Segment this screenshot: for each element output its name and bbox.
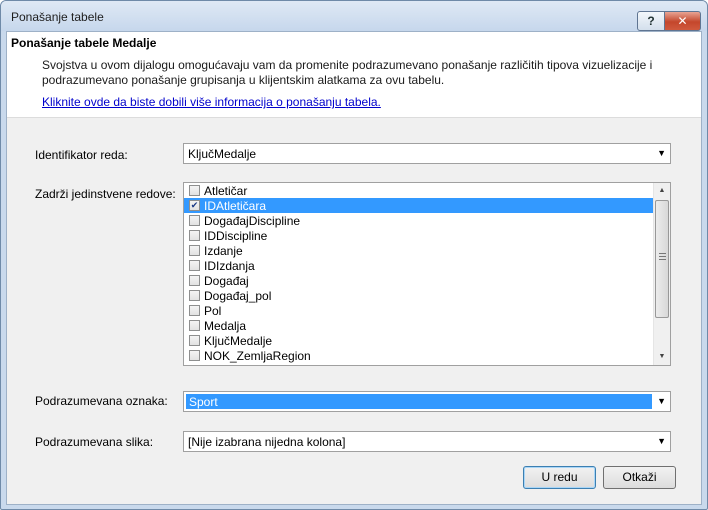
row-identifier-value: KljučMedalje	[188, 147, 257, 161]
selection-highlight	[186, 394, 652, 409]
help-button[interactable]: ?	[637, 11, 665, 31]
keep-unique-rows-label: Zadrži jedinstvene redove:	[35, 187, 176, 201]
list-item-label: Izdanje	[204, 244, 243, 258]
list-item-label: Događaj	[204, 274, 249, 288]
list-item-label: IDAtletičara	[204, 199, 267, 213]
checkbox[interactable]	[189, 245, 200, 256]
checkbox[interactable]	[189, 275, 200, 286]
checkmark-icon: ✔	[190, 200, 199, 210]
list-item-label: Pol	[204, 304, 222, 318]
header-title: Ponašanje tabele Medalje	[11, 36, 157, 50]
list-item[interactable]: KljučMedalje	[184, 333, 654, 348]
default-image-dropdown[interactable]: [Nije izabrana nijedna kolona] ▼	[183, 431, 671, 452]
dialog-body: Ponašanje tabele Medalje Svojstva u ovom…	[6, 31, 702, 505]
checkbox-checked[interactable]: ✔	[189, 200, 200, 211]
help-icon: ?	[647, 14, 655, 28]
list-item[interactable]: Pol	[184, 303, 654, 318]
default-label-dropdown[interactable]: Sport ▼	[183, 391, 671, 412]
list-item[interactable]: Događaj_pol	[184, 288, 654, 303]
grip-icon	[659, 253, 666, 260]
list-item[interactable]: IDIzdanja	[184, 258, 654, 273]
default-label-label: Podrazumevana oznaka:	[35, 394, 168, 408]
scrollbar-thumb[interactable]	[655, 200, 669, 318]
list-item[interactable]: Izdanje	[184, 243, 654, 258]
checkbox[interactable]	[189, 320, 200, 331]
list-item-label: IDDiscipline	[204, 229, 268, 243]
dialog-window: Ponašanje tabele ? ✕ Ponašanje tabele Me…	[0, 0, 708, 510]
default-image-label: Podrazumevana slika:	[35, 435, 154, 449]
more-info-link[interactable]: Kliknite ovde da biste dobili više infor…	[42, 95, 381, 109]
list-item[interactable]: Atletičar	[184, 183, 654, 198]
checkbox[interactable]	[189, 350, 200, 361]
cancel-button[interactable]: Otkaži	[603, 466, 676, 489]
list-item-label: Atletičar	[204, 184, 248, 198]
list-item[interactable]: Događaj	[184, 273, 654, 288]
list-item[interactable]: DogađajDiscipline	[184, 213, 654, 228]
checkbox[interactable]	[189, 260, 200, 271]
list-item-label: DogađajDiscipline	[204, 214, 301, 228]
checkbox[interactable]	[189, 230, 200, 241]
close-button[interactable]: ✕	[664, 11, 701, 31]
default-image-value: [Nije izabrana nijedna kolona]	[188, 435, 346, 449]
chevron-down-icon: ▼	[657, 436, 666, 446]
list-scrollbar[interactable]: ▲ ▼	[653, 183, 670, 365]
list-item-label: IDIzdanja	[204, 259, 255, 273]
list-item[interactable]: Medalja	[184, 318, 654, 333]
checkbox[interactable]	[189, 290, 200, 301]
chevron-down-icon: ▼	[657, 396, 666, 406]
list-item-label: Medalja	[204, 319, 247, 333]
chevron-down-icon: ▼	[657, 148, 666, 158]
checkbox[interactable]	[189, 185, 200, 196]
list-item-label: NOK_ZemljaRegion	[204, 349, 311, 363]
title-bar[interactable]: Ponašanje tabele ? ✕	[1, 1, 707, 31]
close-icon: ✕	[677, 14, 688, 28]
row-identifier-label: Identifikator reda:	[35, 148, 128, 162]
window-title: Ponašanje tabele	[11, 10, 104, 24]
header-description: Svojstva u ovom dijalogu omogućavaju vam…	[42, 58, 653, 87]
scroll-down-icon[interactable]: ▼	[654, 349, 670, 365]
checkbox[interactable]	[189, 305, 200, 316]
checkbox[interactable]	[189, 335, 200, 346]
list-item-label: Događaj_pol	[204, 289, 272, 303]
list-item[interactable]: ✔ IDAtletičara	[184, 198, 654, 213]
scroll-up-icon[interactable]: ▲	[654, 183, 670, 199]
checkbox[interactable]	[189, 215, 200, 226]
list-item[interactable]: NOK_ZemljaRegion	[184, 348, 654, 363]
list-item-label: KljučMedalje	[204, 334, 273, 348]
row-identifier-dropdown[interactable]: KljučMedalje ▼	[183, 143, 671, 164]
default-label-value: Sport	[189, 395, 218, 409]
list-item[interactable]: IDDiscipline	[184, 228, 654, 243]
header-panel: Ponašanje tabele Medalje Svojstva u ovom…	[7, 32, 701, 118]
ok-button[interactable]: U redu	[523, 466, 596, 489]
unique-rows-list[interactable]: Atletičar ✔ IDAtletičara DogađajDiscipline I…	[183, 182, 671, 366]
